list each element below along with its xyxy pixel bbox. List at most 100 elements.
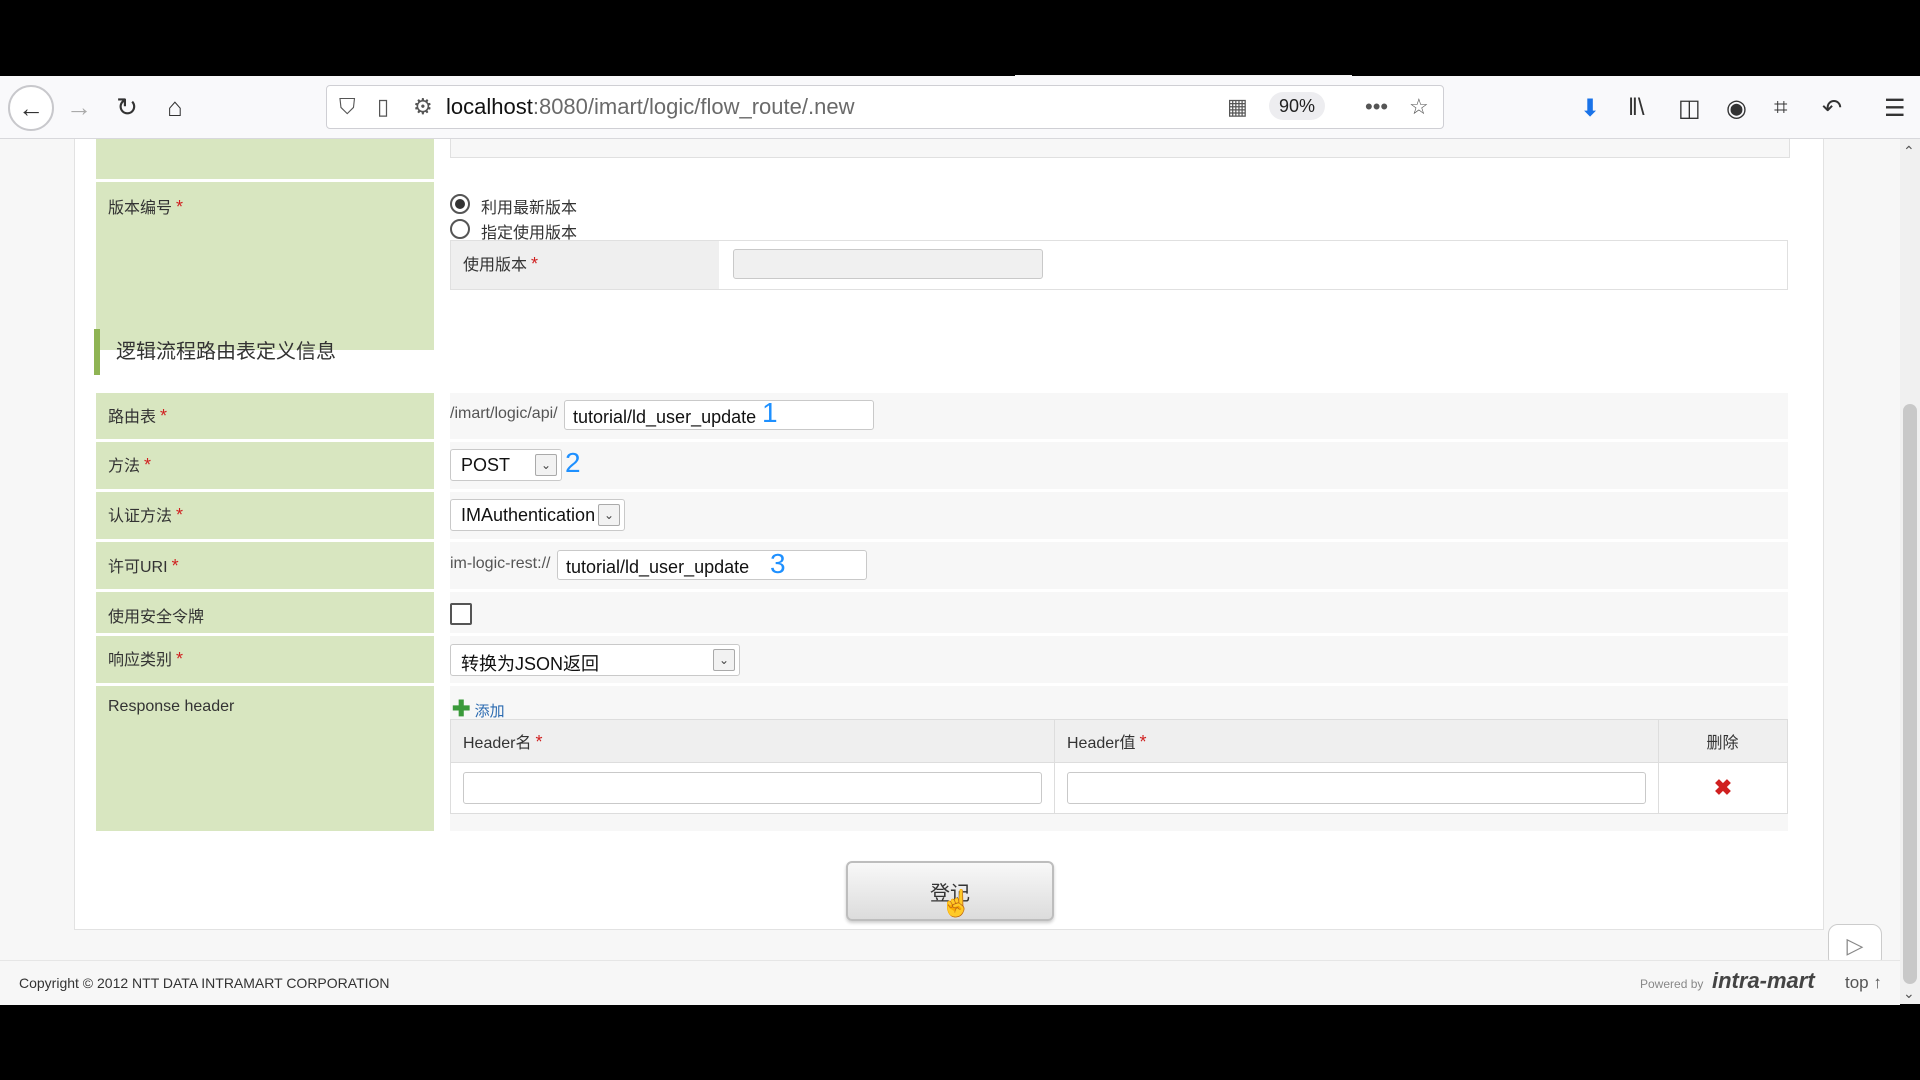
method-field: POST ⌄ 2 bbox=[450, 442, 1788, 489]
zoom-level[interactable]: 90% bbox=[1269, 92, 1325, 120]
cursor-pointer-icon: ☝ bbox=[940, 888, 973, 918]
security-token-checkbox[interactable] bbox=[450, 603, 472, 625]
shield-icon[interactable]: ⛉ bbox=[339, 94, 356, 120]
chevron-down-icon[interactable]: ⌄ bbox=[598, 504, 620, 526]
permissions-icon[interactable]: ⚙ bbox=[413, 94, 433, 120]
response-header-label-text: Response header bbox=[108, 698, 235, 715]
delete-row-button[interactable]: ✖ bbox=[1658, 762, 1788, 814]
url-host: localhost bbox=[446, 94, 533, 119]
section-title: 逻辑流程路由表定义信息 bbox=[94, 329, 336, 375]
menu-icon[interactable]: ☰ bbox=[1884, 94, 1906, 123]
response-type-value: 转换为JSON返回 bbox=[461, 654, 600, 674]
top-link[interactable]: top ↑ bbox=[1845, 973, 1882, 993]
copyright-text: Copyright © 2012 NTT DATA INTRAMART CORP… bbox=[19, 975, 390, 991]
browser-toolbar: ← → ↻ ⌂ ⛉ ▯ ⚙ localhost:8080/imart/logic… bbox=[0, 76, 1920, 139]
reload-button[interactable]: ↻ bbox=[108, 88, 146, 126]
version-label-text: 版本编号 bbox=[108, 200, 173, 217]
account-icon[interactable]: ◉ bbox=[1726, 94, 1747, 123]
table-header-row: Header名 * Header值 * 删除 bbox=[450, 719, 1788, 763]
annotation-3: 3 bbox=[770, 548, 786, 579]
add-header-label: 添加 bbox=[474, 703, 505, 720]
scrollbar[interactable]: ⌃ ⌄ bbox=[1900, 139, 1920, 1004]
method-label-text: 方法 bbox=[108, 458, 141, 475]
chevron-down-icon[interactable]: ⌄ bbox=[713, 649, 735, 671]
brand-logo: intra-mart bbox=[1712, 968, 1815, 993]
response-type-field: 转换为JSON返回 ⌄ bbox=[450, 636, 1788, 683]
permit-uri-field: im-logic-rest:// tutorial/ld_user_update… bbox=[450, 542, 1788, 589]
use-version-label-text: 使用版本 bbox=[463, 257, 528, 274]
back-button[interactable]: ← bbox=[8, 85, 54, 131]
library-icon[interactable]: ‖\ bbox=[1628, 94, 1645, 122]
radio-latest-version[interactable] bbox=[450, 194, 470, 214]
auth-value: IMAuthentication bbox=[461, 505, 596, 525]
powered-by-text: Powered by bbox=[1640, 977, 1704, 991]
radio-specific-version[interactable] bbox=[450, 219, 470, 239]
auth-label-text: 认证方法 bbox=[108, 508, 173, 525]
annotation-1: 1 bbox=[762, 397, 778, 428]
required-mark: * bbox=[531, 254, 539, 274]
radio-latest-label: 利用最新版本 bbox=[481, 200, 578, 217]
response-header-label: Response header bbox=[96, 686, 434, 831]
forward-button[interactable]: → bbox=[60, 88, 98, 126]
required-mark: * bbox=[176, 197, 184, 217]
column-header-name-text: Header名 bbox=[463, 735, 532, 752]
route-label: 路由表 * bbox=[96, 393, 434, 439]
download-icon[interactable]: ⬇ bbox=[1580, 94, 1600, 123]
screenshot-icon[interactable]: ⌗ bbox=[1774, 94, 1788, 122]
star-icon[interactable]: ☆ bbox=[1409, 94, 1429, 120]
chevron-down-icon[interactable]: ⌄ bbox=[535, 454, 557, 476]
required-mark: * bbox=[1139, 732, 1147, 752]
page-icon[interactable]: ▯ bbox=[377, 94, 389, 120]
required-mark: * bbox=[535, 732, 543, 752]
clipped-label bbox=[96, 139, 434, 179]
table-row: ✖ bbox=[450, 762, 1788, 814]
security-token-label-text: 使用安全令牌 bbox=[108, 609, 205, 626]
auth-select[interactable]: IMAuthentication ⌄ bbox=[450, 499, 625, 531]
required-mark: * bbox=[171, 556, 179, 576]
column-delete-text: 删除 bbox=[1706, 735, 1739, 752]
header-value-cell bbox=[1054, 762, 1659, 814]
response-type-label: 响应类别 * bbox=[96, 636, 434, 683]
home-button[interactable]: ⌂ bbox=[156, 88, 194, 126]
permit-uri-prefix: im-logic-rest:// bbox=[450, 555, 551, 572]
scroll-down-icon[interactable]: ⌄ bbox=[1903, 985, 1915, 1002]
security-token-field bbox=[450, 592, 1788, 633]
route-input[interactable]: tutorial/ld_user_update bbox=[564, 400, 874, 430]
qr-code-icon[interactable]: ▦ bbox=[1227, 94, 1248, 120]
column-header-name: Header名 * bbox=[450, 719, 1055, 763]
use-version-input[interactable] bbox=[733, 249, 1043, 279]
undo-icon[interactable]: ↶ bbox=[1822, 94, 1842, 123]
column-delete: 删除 bbox=[1658, 719, 1788, 763]
forward-arrow-icon: → bbox=[66, 91, 92, 122]
delete-x-icon: ✖ bbox=[1713, 775, 1733, 800]
permit-uri-input[interactable]: tutorial/ld_user_update bbox=[557, 550, 867, 580]
url-bar[interactable]: ⛉ ▯ ⚙ localhost:8080/imart/logic/flow_ro… bbox=[326, 85, 1444, 129]
response-type-select[interactable]: 转换为JSON返回 ⌄ bbox=[450, 644, 740, 676]
method-select[interactable]: POST ⌄ bbox=[450, 449, 562, 481]
page-content: 版本编号 * 利用最新版本 指定使用版本 使用版本 * 逻辑流程路由表定义信息 路由… bbox=[0, 139, 1900, 1004]
version-field: 利用最新版本 指定使用版本 使用版本 * bbox=[450, 182, 1788, 350]
permit-uri-label: 许可URI * bbox=[96, 542, 434, 589]
route-field: /imart/logic/api/ tutorial/ld_user_updat… bbox=[450, 393, 1788, 439]
permit-uri-label-text: 许可URI bbox=[108, 559, 168, 576]
response-type-label-text: 响应类别 bbox=[108, 652, 173, 669]
header-value-input[interactable] bbox=[1067, 772, 1646, 804]
reload-icon: ↻ bbox=[116, 91, 138, 122]
sidebar-icon[interactable]: ◫ bbox=[1678, 94, 1701, 123]
scroll-up-icon[interactable]: ⌃ bbox=[1903, 143, 1915, 160]
column-header-value: Header值 * bbox=[1054, 719, 1659, 763]
required-mark: * bbox=[144, 455, 152, 475]
more-icon[interactable]: ••• bbox=[1365, 94, 1388, 120]
required-mark: * bbox=[176, 505, 184, 525]
auth-field: IMAuthentication ⌄ bbox=[450, 492, 1788, 539]
scroll-thumb[interactable] bbox=[1903, 404, 1917, 984]
annotation-2: 2 bbox=[565, 447, 581, 478]
header-name-input[interactable] bbox=[463, 772, 1042, 804]
use-version-row: 使用版本 * bbox=[450, 240, 1788, 290]
security-token-label: 使用安全令牌 bbox=[96, 592, 434, 633]
home-icon: ⌂ bbox=[167, 91, 183, 122]
route-label-text: 路由表 bbox=[108, 409, 157, 426]
route-prefix: /imart/logic/api/ bbox=[450, 405, 558, 422]
url-text[interactable]: localhost:8080/imart/logic/flow_route/.n… bbox=[446, 94, 854, 120]
required-mark: * bbox=[160, 406, 168, 426]
